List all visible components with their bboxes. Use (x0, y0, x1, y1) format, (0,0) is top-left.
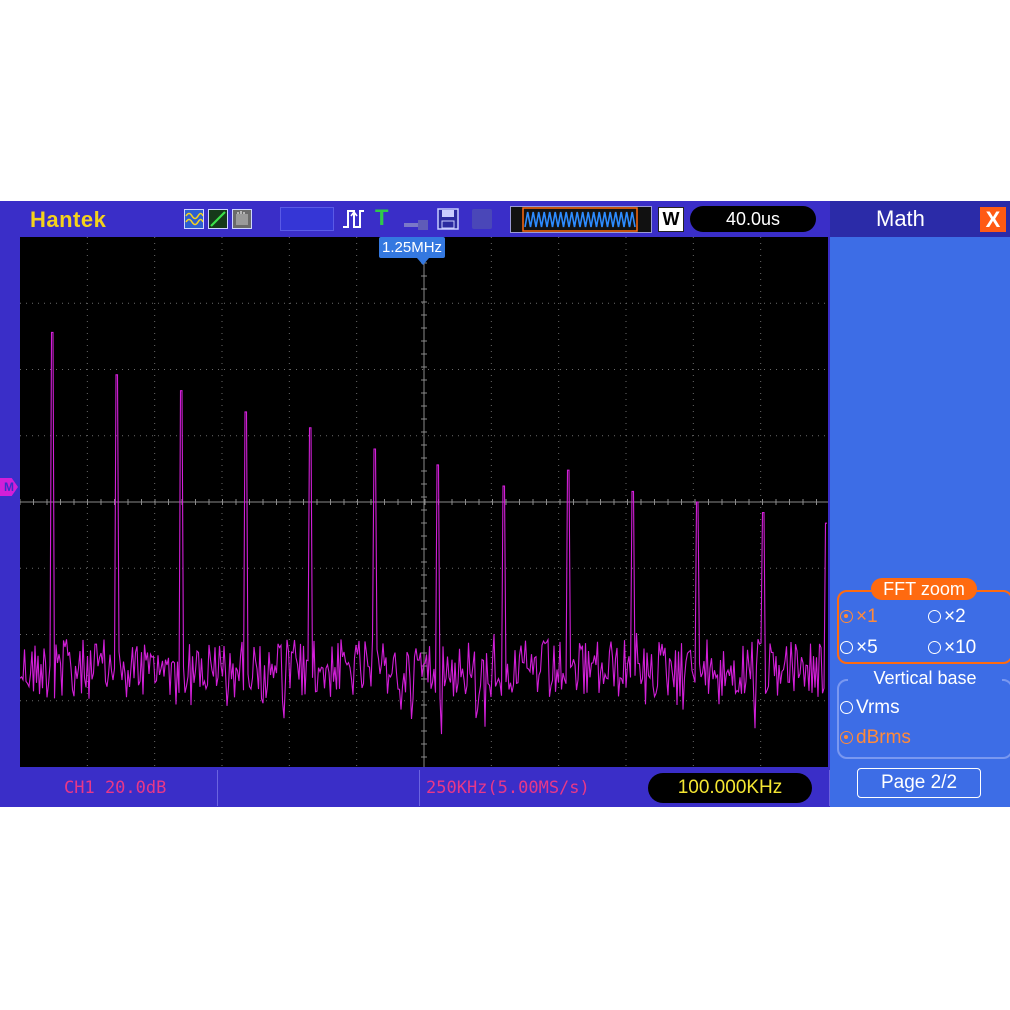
trigger-position-marker[interactable]: 1.25MHz (379, 237, 446, 258)
vector-display-icon[interactable] (208, 209, 228, 229)
vertical-base-dbrms-option[interactable]: dBrms (840, 727, 911, 749)
trigger-position-arrow (417, 258, 429, 265)
waveform-mode-icon[interactable] (184, 209, 204, 229)
menu-title: Math (876, 206, 925, 231)
memory-waveform-preview[interactable] (510, 206, 652, 233)
waveform-display[interactable] (20, 237, 828, 767)
menu-header: Math X (830, 201, 1010, 237)
radio-selected-icon (840, 731, 853, 744)
fft-zoom-title: FFT zoom (871, 578, 977, 600)
brand-logo: Hantek (30, 207, 107, 232)
save-icon[interactable] (437, 207, 459, 231)
timebase-readout[interactable]: 40.0us (690, 206, 816, 232)
fft-zoom-x2-option[interactable]: ×2 (928, 606, 966, 628)
radio-selected-icon (840, 610, 853, 623)
radio-icon (840, 641, 853, 654)
fft-plot (20, 237, 828, 767)
vertical-base-vrms-option[interactable]: Vrms (840, 697, 900, 719)
trigger-status-label: T (375, 205, 389, 230)
radio-icon (840, 701, 853, 714)
sample-rate-readout: 250KHz(5.00MS/s) (426, 778, 590, 798)
graticule (20, 237, 828, 767)
top-toolbar: Hantek T W 40.0us (0, 201, 830, 237)
status-slot (280, 207, 334, 231)
page-button[interactable]: Page 2/2 (857, 768, 981, 798)
trigger-rising-edge-icon[interactable] (342, 207, 370, 231)
frequency-counter-readout: 100.000KHz (648, 773, 812, 803)
print-icon[interactable] (472, 209, 492, 229)
radio-icon (928, 610, 941, 623)
persistence-icon[interactable] (232, 209, 252, 229)
bottom-cell-empty (218, 770, 420, 806)
vertical-base-title: Vertical base (848, 667, 1002, 689)
fft-zoom-x1-option[interactable]: ×1 (840, 606, 878, 628)
window-zoom-button[interactable]: W (658, 207, 684, 232)
radio-icon (928, 641, 941, 654)
usb-connected-icon (404, 215, 432, 230)
channel-scale-readout[interactable]: CH1 20.0dB (64, 778, 166, 798)
fft-zoom-x10-option[interactable]: ×10 (928, 637, 976, 659)
fft-zoom-x5-option[interactable]: ×5 (840, 637, 878, 659)
close-button[interactable]: X (980, 207, 1006, 232)
